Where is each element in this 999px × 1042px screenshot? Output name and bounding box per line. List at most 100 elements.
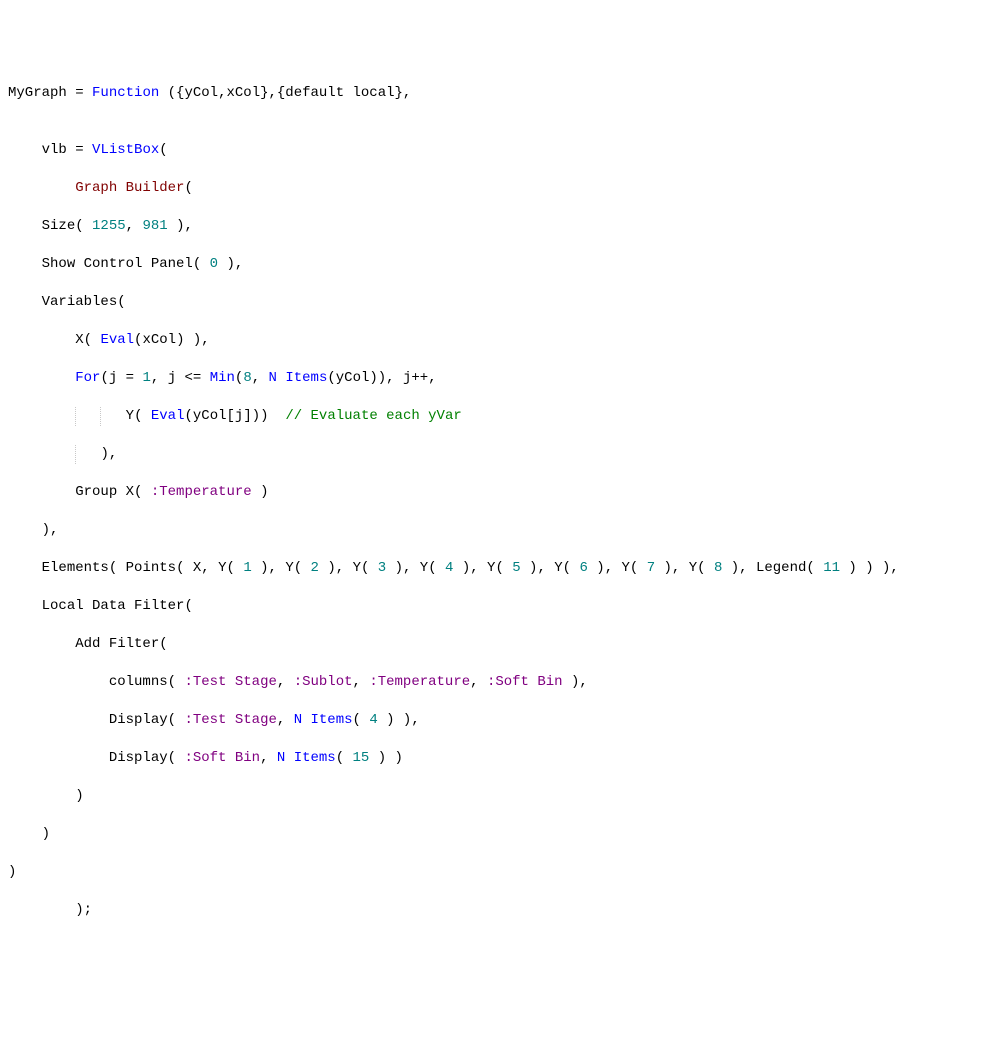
punct: ,	[353, 674, 370, 690]
punct: ),	[453, 560, 487, 576]
punct: (	[630, 560, 647, 576]
func: Add Filter	[75, 636, 159, 652]
func: Y	[353, 560, 361, 576]
punct: (	[227, 560, 244, 576]
number: 7	[647, 560, 655, 576]
punct: (	[697, 560, 714, 576]
code-line: ),	[8, 521, 991, 540]
punct: (	[168, 674, 185, 690]
number: 981	[142, 218, 167, 234]
punct: ) ) ),	[840, 560, 899, 576]
punct: ]))	[243, 408, 285, 424]
func: Show Control Panel	[42, 256, 193, 272]
punct: (	[361, 560, 378, 576]
punct: ),	[319, 560, 353, 576]
func: N Items	[294, 712, 353, 728]
punct: ),	[100, 446, 117, 462]
punct: ),	[655, 560, 689, 576]
func: Y	[554, 560, 562, 576]
func: N Items	[269, 370, 328, 386]
func: Y	[218, 560, 226, 576]
punct: (	[353, 712, 370, 728]
number: 15	[353, 750, 370, 766]
indent-guide-icon	[75, 445, 76, 464]
punct: },{default local},	[260, 85, 411, 101]
column-ref: :Test Stage	[184, 674, 276, 690]
punct: ) ),	[176, 332, 210, 348]
punct: (	[168, 750, 185, 766]
indent-guide-icon	[75, 407, 76, 426]
punct: (	[184, 408, 192, 424]
punct: (	[168, 712, 185, 728]
punct: (	[134, 484, 151, 500]
punct: )	[8, 864, 16, 880]
column-ref: :Temperature	[151, 484, 252, 500]
func: Y	[420, 560, 428, 576]
func: Group X	[75, 484, 134, 500]
punct: (	[294, 560, 311, 576]
code-line: )	[8, 825, 991, 844]
punct: )),	[369, 370, 403, 386]
identifier: j	[168, 370, 176, 386]
code-line: Display( :Test Stage, N Items( 4 ) ),	[8, 711, 991, 730]
code-line: Local Data Filter(	[8, 597, 991, 616]
punct: ,	[201, 560, 218, 576]
number: 0	[210, 256, 218, 272]
punct: (	[327, 370, 335, 386]
func: X	[75, 332, 83, 348]
keyword: For	[75, 370, 100, 386]
number: 11	[823, 560, 840, 576]
punct: (	[176, 560, 193, 576]
code-line: Variables(	[8, 293, 991, 312]
code-line: vlb = VListBox(	[8, 141, 991, 160]
punct: );	[75, 902, 92, 918]
identifier: yCol	[336, 370, 370, 386]
func: Display	[109, 750, 168, 766]
column-ref: :Sublot	[294, 674, 353, 690]
indent-guide-icon	[100, 407, 101, 426]
func: Eval	[100, 332, 134, 348]
code-line: Y( Eval(yCol[j])) // Evaluate each yVar	[8, 407, 991, 426]
op: =	[67, 142, 92, 158]
punct: ,	[151, 370, 168, 386]
punct: (	[100, 370, 108, 386]
identifier: xCol	[142, 332, 176, 348]
func: Graph Builder	[75, 180, 184, 196]
code-line: Display( :Soft Bin, N Items( 15 ) )	[8, 749, 991, 768]
punct: )	[252, 484, 269, 500]
number: 1	[142, 370, 150, 386]
func: Points	[126, 560, 176, 576]
comment: // Evaluate each yVar	[285, 408, 461, 424]
param: xCol	[226, 85, 260, 101]
punct: ),	[252, 560, 286, 576]
punct: (	[806, 560, 823, 576]
func: Variables	[42, 294, 118, 310]
func: columns	[109, 674, 168, 690]
punct: (	[134, 408, 151, 424]
number: 6	[579, 560, 587, 576]
punct: (	[159, 142, 167, 158]
op: ++,	[411, 370, 436, 386]
punct: ,	[260, 750, 277, 766]
punct: )	[42, 826, 50, 842]
column-ref: :Soft Bin	[487, 674, 563, 690]
number: 5	[512, 560, 520, 576]
punct: (	[193, 256, 210, 272]
punct: (	[117, 294, 125, 310]
code-line: X( Eval(xCol) ),	[8, 331, 991, 350]
punct: ),	[42, 522, 59, 538]
punct: (	[428, 560, 445, 576]
func: Size	[42, 218, 76, 234]
number: 1255	[92, 218, 126, 234]
punct: ) )	[369, 750, 403, 766]
punct: ,	[277, 674, 294, 690]
number: 8	[243, 370, 251, 386]
punct: ,	[277, 712, 294, 728]
number: 4	[445, 560, 453, 576]
func: Y	[487, 560, 495, 576]
code-line: )	[8, 863, 991, 882]
punct: ,	[252, 370, 269, 386]
code-line: )	[8, 787, 991, 806]
param: yCol	[184, 85, 218, 101]
code-editor: MyGraph = Function ({yCol,xCol},{default…	[8, 84, 991, 939]
